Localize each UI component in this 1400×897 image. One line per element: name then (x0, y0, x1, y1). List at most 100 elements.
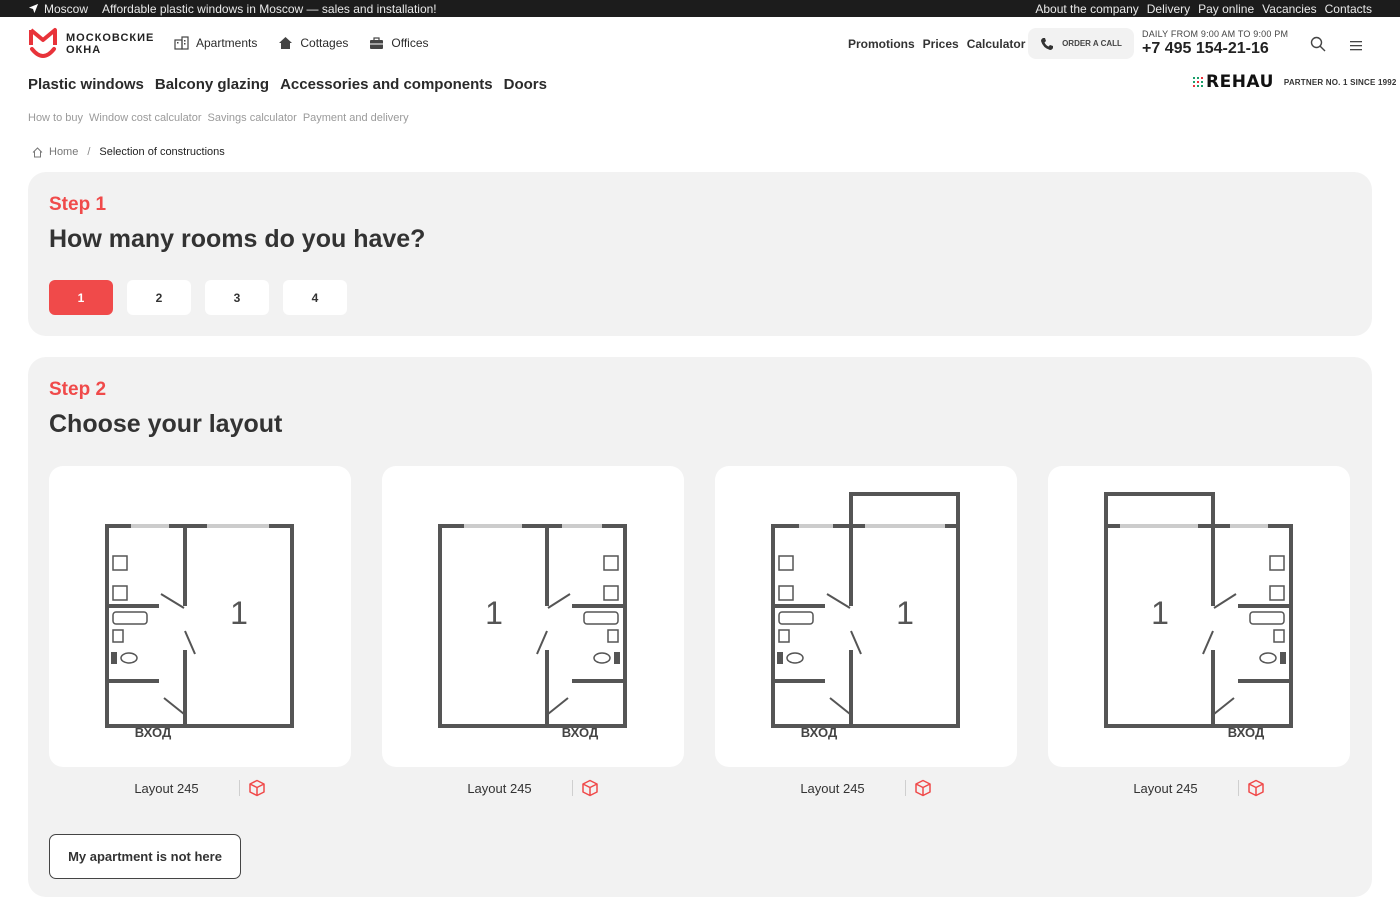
briefcase-icon (370, 36, 384, 49)
order-call-label: ORDER A CALL (1062, 39, 1122, 48)
apartment-not-here-button[interactable]: My apartment is not here (49, 834, 241, 879)
room-number: 1 (896, 595, 914, 631)
sub-nav: How to buy Window cost calculator Saving… (28, 112, 409, 124)
rehau-logo: REHAU (1206, 72, 1274, 92)
order-call-button[interactable]: ORDER A CALL (1028, 28, 1134, 59)
layout-item[interactable]: 1 ВХОД Layout 245 (382, 466, 684, 809)
header: МОСКОВСКИЕ ОКНА Apartments Cottages Offi… (0, 17, 1400, 71)
step1-label: Step 1 (49, 194, 107, 215)
step1-panel: Step 1 How many rooms do you have? 1 2 3… (28, 172, 1372, 336)
3d-cube-icon[interactable] (914, 779, 932, 797)
subnav-savings-calculator[interactable]: Savings calculator (208, 112, 297, 124)
phone-number: +7 495 154-21-16 (1142, 40, 1269, 57)
rehau-mark-icon (1193, 77, 1203, 87)
divider (571, 780, 573, 796)
layout-list: 1 ВХОД Layout 245 1 ВХОД Layout 245 1 ВХ… (49, 466, 1350, 809)
subnav-how-to-buy[interactable]: How to buy (28, 112, 83, 124)
room-number: 1 (1151, 595, 1169, 631)
room-number: 1 (485, 595, 503, 631)
working-hours: DAILY FROM 9:00 AM TO 9:00 PM (1142, 29, 1289, 39)
category-offices[interactable]: Offices (369, 36, 429, 50)
home-icon (32, 146, 43, 157)
top-bar: Moscow Affordable plastic windows in Mos… (0, 0, 1400, 17)
category-cottages[interactable]: Cottages (278, 36, 348, 50)
city-label: Moscow (44, 1, 89, 16)
step2-panel: Step 2 Choose your layout 1 ВХОД Layout … (28, 357, 1372, 897)
category-label: Apartments (196, 36, 258, 50)
top-link-vacancies[interactable]: Vacancies (1262, 3, 1316, 15)
subnav-window-cost-calculator[interactable]: Window cost calculator (89, 112, 202, 124)
nav-balcony-glazing[interactable]: Balcony glazing (155, 76, 269, 93)
location-arrow-icon (28, 3, 39, 14)
divider (1237, 780, 1239, 796)
breadcrumb-current: Selection of constructions (99, 146, 225, 158)
entrance-label: ВХОД (562, 725, 599, 740)
entrance-label: ВХОД (1228, 725, 1265, 740)
entrance-label: ВХОД (135, 725, 172, 740)
city-selector[interactable]: Moscow (28, 3, 88, 15)
site-logo[interactable]: МОСКОВСКИЕ ОКНА (28, 27, 154, 61)
breadcrumb-separator: / (87, 146, 91, 158)
layout-card[interactable]: 1 ВХОД (1048, 466, 1350, 767)
tagline: Affordable plastic windows in Moscow — s… (102, 1, 437, 16)
room-number: 1 (230, 595, 248, 631)
category-apartments[interactable]: Apartments (174, 36, 257, 50)
top-link-pay-online[interactable]: Pay online (1198, 3, 1254, 15)
layout-name: Layout 245 (467, 780, 532, 796)
main-nav: Plastic windows Balcony glazing Accessor… (28, 76, 547, 93)
link-prices[interactable]: Prices (923, 37, 959, 51)
room-count-options: 1 2 3 4 (49, 280, 347, 315)
step1-question: How many rooms do you have? (49, 225, 426, 253)
link-promotions[interactable]: Promotions (848, 37, 915, 51)
layout-card[interactable]: 1 ВХОД (715, 466, 1017, 767)
room-option-3[interactable]: 3 (205, 280, 269, 315)
search-icon (1310, 36, 1326, 52)
divider (904, 780, 906, 796)
breadcrumb: Home / Selection of constructions (32, 146, 225, 158)
layout-item[interactable]: 1 ВХОД Layout 245 (1048, 466, 1350, 809)
3d-cube-icon[interactable] (248, 779, 266, 797)
menu-button[interactable] (1350, 38, 1362, 56)
layout-name: Layout 245 (134, 780, 199, 796)
divider (238, 780, 240, 796)
nav-doors[interactable]: Doors (504, 76, 547, 93)
floor-plan-image: 1 ВХОД (105, 524, 294, 740)
floor-plan-image: 1 ВХОД (438, 524, 627, 740)
step2-question: Choose your layout (49, 410, 283, 438)
logo-mark-icon (29, 28, 57, 58)
room-option-2[interactable]: 2 (127, 280, 191, 315)
nav-accessories[interactable]: Accessories and components (280, 76, 493, 93)
partner-badge: REHAU PARTNER NO. 1 SINCE 1992 (1192, 72, 1397, 92)
top-link-contacts[interactable]: Contacts (1325, 3, 1372, 15)
floor-plan-image: 1 ВХОД (771, 492, 960, 740)
3d-cube-icon[interactable] (581, 779, 599, 797)
room-option-1[interactable]: 1 (49, 280, 113, 315)
logo-line1: МОСКОВСКИЕ (66, 32, 155, 44)
layout-item[interactable]: 1 ВХОД Layout 245 (715, 466, 1017, 809)
top-link-delivery[interactable]: Delivery (1147, 3, 1190, 15)
step2-label: Step 2 (49, 379, 107, 400)
search-button[interactable] (1310, 36, 1326, 57)
building-icon (174, 36, 189, 50)
phone-icon (1041, 37, 1054, 50)
top-link-about[interactable]: About the company (1035, 3, 1138, 15)
hamburger-menu-icon (1350, 41, 1362, 51)
breadcrumb-home[interactable]: Home (49, 146, 78, 158)
contact-phone[interactable]: DAILY FROM 9:00 AM TO 9:00 PM +7 495 154… (1142, 29, 1288, 58)
layout-item[interactable]: 1 ВХОД Layout 245 (49, 466, 351, 809)
category-label: Cottages (300, 36, 349, 50)
entrance-label: ВХОД (801, 725, 838, 740)
house-icon (279, 37, 293, 49)
nav-plastic-windows[interactable]: Plastic windows (28, 76, 144, 93)
floor-plan-image: 1 ВХОД (1104, 492, 1293, 740)
subnav-payment-delivery[interactable]: Payment and delivery (303, 112, 409, 124)
room-option-4[interactable]: 4 (283, 280, 347, 315)
category-label: Offices (391, 36, 429, 50)
partner-caption: PARTNER NO. 1 SINCE 1992 (1283, 77, 1397, 87)
layout-card[interactable]: 1 ВХОД (382, 466, 684, 767)
layout-name: Layout 245 (800, 780, 865, 796)
logo-line2: ОКНА (66, 44, 102, 56)
layout-card[interactable]: 1 ВХОД (49, 466, 351, 767)
link-calculator[interactable]: Calculator (967, 37, 1026, 51)
3d-cube-icon[interactable] (1247, 779, 1265, 797)
